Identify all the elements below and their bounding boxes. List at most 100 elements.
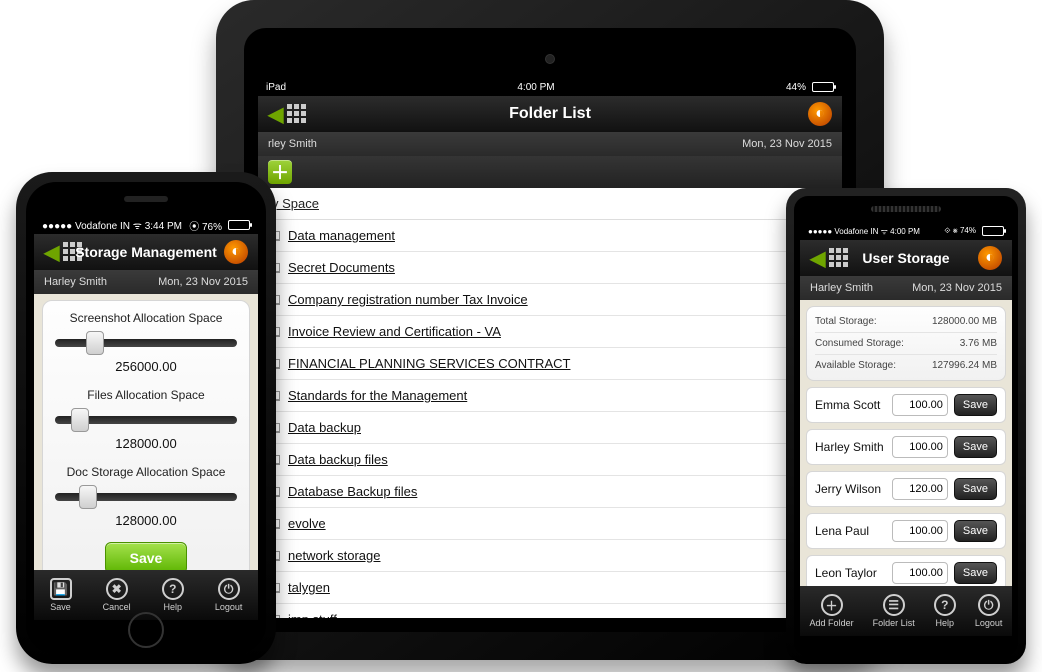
ipad-statusbar: iPad 4:00 PM 44% bbox=[258, 78, 842, 96]
page-title: Folder List bbox=[258, 105, 842, 123]
user-name-cell: Leon Taylor bbox=[815, 566, 886, 580]
status-battery-pct: 44% bbox=[786, 82, 806, 93]
storage-info-row: Consumed Storage: 3.76 MB bbox=[815, 333, 997, 355]
iphone-statusbar: ●●●●● Vodafone IN ᯤ 3:44 PM ⦿ 76% bbox=[34, 216, 258, 234]
ipad-sub-header: rley Smith Mon, 23 Nov 2015 bbox=[258, 132, 842, 156]
allocation-input[interactable] bbox=[892, 394, 948, 416]
page-title: Storage Management bbox=[34, 244, 258, 260]
allocation-input[interactable] bbox=[892, 562, 948, 584]
info-value: 3.76 MB bbox=[960, 338, 997, 349]
allocation-value: 128000.00 bbox=[51, 513, 241, 528]
user-name-cell: Jerry Wilson bbox=[815, 482, 886, 496]
allocation-slider[interactable] bbox=[55, 410, 237, 430]
android-speaker bbox=[871, 206, 941, 212]
tab-help[interactable]: ?Help bbox=[162, 578, 184, 612]
tab-add-folder[interactable]: ＋ Add Folder bbox=[810, 594, 854, 628]
folder-row[interactable]: Invoice Review and Certification - VA bbox=[258, 316, 842, 348]
status-right: ⟐ ⨳ 74% bbox=[944, 226, 976, 236]
folder-link[interactable]: Database Backup files bbox=[288, 484, 417, 499]
user-name-cell: Lena Paul bbox=[815, 524, 886, 538]
folder-link[interactable]: Data management bbox=[288, 228, 395, 243]
ipad-camera bbox=[545, 54, 555, 64]
folder-row[interactable]: FINANCIAL PLANNING SERVICES CONTRACT bbox=[258, 348, 842, 380]
folder-link[interactable]: network storage bbox=[288, 548, 381, 563]
user-row: Emma Scott Save bbox=[806, 387, 1006, 423]
status-left: ●●●●● Vodafone IN ᯤ 4:00 PM bbox=[808, 226, 920, 237]
folder-link[interactable]: Invoice Review and Certification - VA bbox=[288, 324, 501, 339]
help-icon: ? bbox=[934, 594, 956, 616]
logout-icon: ⏻ bbox=[978, 594, 1000, 616]
folder-link[interactable]: imp stuff bbox=[288, 612, 337, 618]
folder-row[interactable]: talygen bbox=[258, 572, 842, 604]
folder-link[interactable]: Secret Documents bbox=[288, 260, 395, 275]
folder-link[interactable]: evolve bbox=[288, 516, 326, 531]
allocation-input[interactable] bbox=[892, 436, 948, 458]
allocation-value: 128000.00 bbox=[51, 436, 241, 451]
info-label: Total Storage: bbox=[815, 316, 877, 327]
ipad-app-header: ◀ Folder List ◐ bbox=[258, 96, 842, 132]
folder-row[interactable]: Data backup bbox=[258, 412, 842, 444]
allocation-input[interactable] bbox=[892, 520, 948, 542]
ipad-toolbar: ＋ bbox=[258, 156, 842, 188]
tab-help[interactable]: ?Help bbox=[934, 594, 956, 628]
save-button[interactable]: Save bbox=[954, 478, 997, 500]
allocation-label: Doc Storage Allocation Space bbox=[51, 465, 241, 479]
storage-info-row: Available Storage:127996.24 MB bbox=[815, 355, 997, 376]
android-frame: ●●●●● Vodafone IN ᯤ 4:00 PM ⟐ ⨳ 74% ◀ Us… bbox=[786, 188, 1026, 664]
allocation-slider[interactable] bbox=[55, 333, 237, 353]
page-title: User Storage bbox=[800, 250, 1012, 266]
android-app-header: ◀ User Storage ◐ bbox=[800, 240, 1012, 276]
folder-link[interactable]: Data backup bbox=[288, 420, 361, 435]
battery-icon bbox=[228, 220, 250, 230]
folder-row[interactable]: evolve bbox=[258, 508, 842, 540]
save-button[interactable]: Save bbox=[954, 394, 997, 416]
folder-row[interactable]: Data backup files bbox=[258, 444, 842, 476]
user-name-cell: Emma Scott bbox=[815, 398, 886, 412]
tab-logout[interactable]: ⏻Logout bbox=[215, 578, 243, 612]
tab-cancel[interactable]: ✖Cancel bbox=[103, 578, 131, 612]
save-button[interactable]: Save bbox=[954, 562, 997, 584]
user-name-cell: Harley Smith bbox=[815, 440, 886, 454]
save-icon: 💾 bbox=[50, 578, 72, 600]
tab-folder-list[interactable]: ☰Folder List bbox=[873, 594, 915, 628]
info-label: Available Storage: bbox=[815, 360, 896, 371]
user-row: Harley Smith Save bbox=[806, 429, 1006, 465]
battery-icon bbox=[982, 226, 1004, 236]
home-button[interactable] bbox=[128, 612, 164, 648]
folder-row[interactable]: imp stuff bbox=[258, 604, 842, 618]
folder-link[interactable]: talygen bbox=[288, 580, 330, 595]
status-left: ●●●●● Vodafone IN ᯤ 3:44 PM bbox=[42, 218, 182, 232]
status-time: 4:00 PM bbox=[517, 82, 554, 93]
save-button[interactable]: Save bbox=[954, 520, 997, 542]
folder-row[interactable]: Data management bbox=[258, 220, 842, 252]
allocation-input[interactable] bbox=[892, 478, 948, 500]
tab-save[interactable]: 💾Save bbox=[50, 578, 72, 612]
tab-label: Help bbox=[164, 602, 183, 612]
allocation-value: 256000.00 bbox=[51, 359, 241, 374]
android-sub-header: Harley Smith Mon, 23 Nov 2015 bbox=[800, 276, 1012, 300]
add-folder-icon: ＋ bbox=[821, 594, 843, 616]
space-title[interactable]: y Space bbox=[258, 188, 842, 220]
tab-logout[interactable]: ⏻Logout bbox=[975, 594, 1003, 628]
folder-link[interactable]: Company registration number Tax Invoice bbox=[288, 292, 528, 307]
folder-row[interactable]: Company registration number Tax Invoice bbox=[258, 284, 842, 316]
user-row: Jerry Wilson Save bbox=[806, 471, 1006, 507]
folder-link[interactable]: Standards for the Management bbox=[288, 388, 467, 403]
folder-row[interactable]: Database Backup files bbox=[258, 476, 842, 508]
allocation-slider[interactable] bbox=[55, 487, 237, 507]
add-folder-button[interactable]: ＋ bbox=[268, 160, 292, 184]
date-label: Mon, 23 Nov 2015 bbox=[158, 276, 248, 288]
info-label: Consumed Storage: bbox=[815, 338, 904, 349]
save-button[interactable]: Save bbox=[954, 436, 997, 458]
android-tabbar: ＋ Add Folder ☰Folder List ?Help ⏻Logout bbox=[800, 586, 1012, 636]
save-button[interactable]: Save bbox=[105, 542, 188, 570]
storage-info-row: Total Storage:128000.00 MB bbox=[815, 311, 997, 333]
tab-label: Add Folder bbox=[810, 618, 854, 628]
battery-icon bbox=[812, 82, 834, 92]
folder-link[interactable]: FINANCIAL PLANNING SERVICES CONTRACT bbox=[288, 356, 570, 371]
logout-icon: ⏻ bbox=[218, 578, 240, 600]
folder-link[interactable]: Data backup files bbox=[288, 452, 388, 467]
folder-row[interactable]: network storage bbox=[258, 540, 842, 572]
folder-row[interactable]: Secret Documents bbox=[258, 252, 842, 284]
folder-row[interactable]: Standards for the Management bbox=[258, 380, 842, 412]
